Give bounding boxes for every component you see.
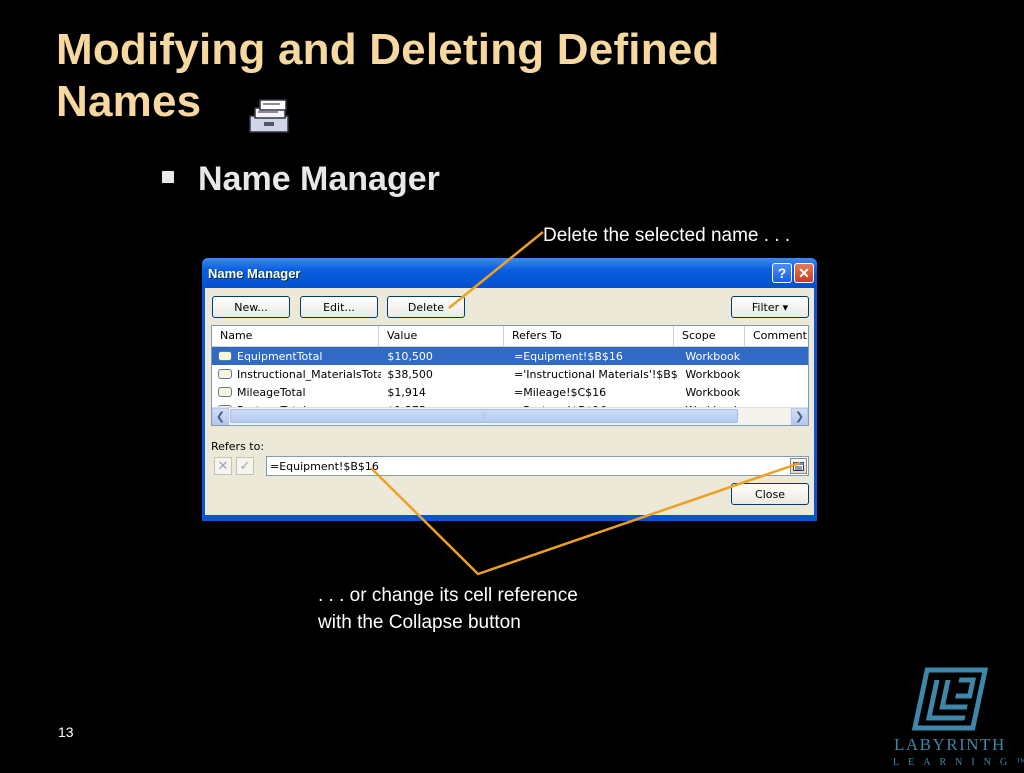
titlebar-buttons: ? ✕	[772, 263, 814, 283]
scrollbar-thumb[interactable]: ⦙⦙⦙	[230, 409, 738, 423]
new-button[interactable]: New...	[212, 296, 290, 318]
slide-title-line-1: Modifying and Deleting Defined	[56, 25, 720, 74]
dialog-titlebar[interactable]: Name Manager ? ✕	[202, 258, 817, 288]
table-row[interactable]: EquipmentTotal $10,500 =Equipment!$B$16 Wor…	[212, 347, 808, 365]
cell-value: $1,914	[387, 385, 426, 399]
collapse-dialog-button[interactable]	[790, 458, 807, 474]
column-header-scope[interactable]: Scope	[674, 326, 745, 346]
column-header-comment[interactable]: Comment	[745, 326, 808, 346]
edit-button[interactable]: Edit...	[300, 296, 378, 318]
refers-to-value: =Equipment!$B$16	[270, 460, 379, 473]
defined-name-icon	[218, 387, 232, 397]
defined-name-icon	[218, 351, 232, 361]
horizontal-scrollbar[interactable]: ❮ ⦙⦙⦙ ❯	[212, 407, 808, 425]
scroll-right-icon[interactable]: ❯	[791, 408, 808, 425]
dialog-client-area: New... Edit... Delete Filter ▾ Name Valu…	[205, 288, 814, 515]
cell-name: Instructional_MaterialsTotal	[212, 368, 381, 381]
callout-collapse: . . . or change its cell reference with …	[318, 582, 578, 636]
filter-button[interactable]: Filter ▾	[731, 296, 809, 318]
cell-refers-to: ='Instructional Materials'!$B$16	[514, 367, 680, 381]
collapse-icon	[793, 461, 804, 471]
refers-to-label: Refers to:	[211, 440, 265, 453]
logo-wordmark: LABYRINTH	[894, 735, 1006, 754]
scroll-left-icon[interactable]: ❮	[212, 408, 229, 425]
confirm-edit-icon[interactable]: ✓	[236, 457, 254, 475]
column-header-name[interactable]: Name	[212, 326, 379, 346]
cell-name-text: EquipmentTotal	[237, 349, 323, 363]
cancel-edit-icon[interactable]: ✕	[214, 457, 232, 475]
cell-value: $38,500	[387, 367, 433, 381]
cell-scope: Workbook	[685, 349, 741, 363]
name-manager-dialog: Name Manager ? ✕ New... Edit... Delete F…	[202, 258, 817, 521]
list-header: Name Value Refers To Scope Comment	[212, 326, 808, 347]
cell-scope: Workbook	[685, 367, 741, 381]
logo-subtitle: LEARNING™	[893, 757, 1024, 768]
cell-name-text: Instructional_MaterialsTotal	[237, 367, 382, 381]
cell-value: $10,500	[387, 349, 433, 363]
dialog-title: Name Manager	[208, 265, 301, 281]
cell-name: EquipmentTotal	[212, 350, 381, 363]
names-list[interactable]: Name Value Refers To Scope Comment Equip…	[211, 325, 809, 426]
column-header-refers-to[interactable]: Refers To	[504, 326, 674, 346]
slide-title: Modifying and Deleting Defined Names	[56, 24, 720, 128]
callout-collapse-line-1: . . . or change its cell reference	[318, 585, 578, 606]
bullet-square-icon	[162, 170, 174, 183]
callout-delete: Delete the selected name . . .	[543, 225, 791, 246]
close-button[interactable]: Close	[731, 483, 809, 505]
slide-title-line-2: Names	[56, 77, 202, 126]
bullet-item: Name Manager	[162, 160, 440, 199]
cell-refers-to: =Equipment!$B$16	[514, 349, 623, 363]
close-window-button[interactable]: ✕	[794, 263, 814, 283]
name-manager-icon	[249, 99, 289, 133]
delete-button[interactable]: Delete	[387, 296, 465, 318]
help-button[interactable]: ?	[772, 263, 792, 283]
cell-name: MileageTotal	[212, 386, 381, 399]
column-header-value[interactable]: Value	[379, 326, 504, 346]
table-row[interactable]: Instructional_MaterialsTotal $38,500 ='Ins…	[212, 365, 808, 383]
callout-collapse-line-2: with the Collapse button	[318, 612, 521, 633]
bullet-text: Name Manager	[198, 160, 440, 198]
slide-number: 13	[58, 724, 74, 740]
table-row[interactable]: MileageTotal $1,914 =Mileage!$C$16 Workbook	[212, 383, 808, 401]
cell-refers-to: =Mileage!$C$16	[514, 385, 607, 399]
refers-to-input[interactable]: =Equipment!$B$16	[266, 456, 809, 476]
defined-name-icon	[218, 369, 232, 379]
cell-scope: Workbook	[685, 385, 741, 399]
cell-name-text: MileageTotal	[237, 385, 306, 399]
